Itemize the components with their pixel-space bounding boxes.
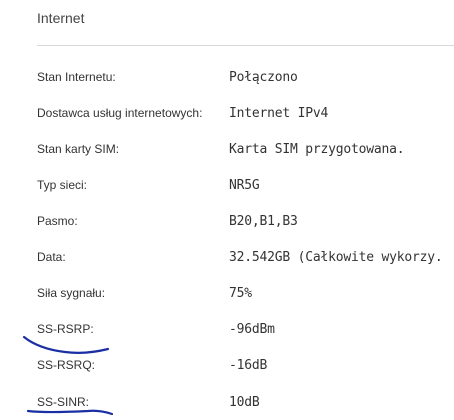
ss-sinr-value: 10dB <box>229 395 260 410</box>
ss-rsrp-value: -96dBm <box>229 322 275 337</box>
ss-sinr-label: SS-SINR: <box>37 395 90 409</box>
ss-rsrp-label: SS-RSRP: <box>37 322 94 336</box>
section-title: Internet <box>37 10 85 26</box>
row-ss-rsrq: SS-RSRQ: -16dB <box>0 358 454 378</box>
row-band: Pasmo: B20,B1,B3 <box>0 214 454 234</box>
section-divider <box>37 45 454 46</box>
sim-status-value: Karta SIM przygotowana. <box>229 142 405 157</box>
sim-status-label: Stan karty SIM: <box>37 142 120 156</box>
signal-strength-label: Siła sygnału: <box>37 286 106 300</box>
network-type-value: NR5G <box>229 178 260 193</box>
row-sim-status: Stan karty SIM: Karta SIM przygotowana. <box>0 142 454 162</box>
ss-rsrq-value: -16dB <box>229 358 268 373</box>
row-internet-status: Stan Internetu: Połączono <box>0 70 454 90</box>
pen-annotations <box>22 335 114 416</box>
row-provider: Dostawca usług internetowych: Internet I… <box>0 106 454 126</box>
row-data: Data: 32.542GB (Całkowite wykorzy... <box>0 250 454 270</box>
provider-label: Dostawca usług internetowych: <box>37 106 203 120</box>
internet-status-panel: Internet Stan Internetu: Połączono Dosta… <box>0 0 454 420</box>
data-value: 32.542GB (Całkowite wykorzy... <box>229 250 444 265</box>
band-label: Pasmo: <box>37 214 78 228</box>
internet-status-value: Połączono <box>229 70 298 85</box>
band-value: B20,B1,B3 <box>229 214 298 229</box>
data-label: Data: <box>37 250 66 264</box>
provider-value: Internet IPv4 <box>229 106 329 121</box>
ss-rsrq-label: SS-RSRQ: <box>37 358 96 372</box>
row-ss-rsrp: SS-RSRP: -96dBm <box>0 322 454 342</box>
row-network-type: Typ sieci: NR5G <box>0 178 454 198</box>
row-ss-sinr: SS-SINR: 10dB <box>0 395 454 415</box>
internet-status-label: Stan Internetu: <box>37 70 116 84</box>
signal-strength-value: 75% <box>229 286 252 301</box>
network-type-label: Typ sieci: <box>37 178 88 192</box>
row-signal-strength: Siła sygnału: 75% <box>0 286 454 306</box>
